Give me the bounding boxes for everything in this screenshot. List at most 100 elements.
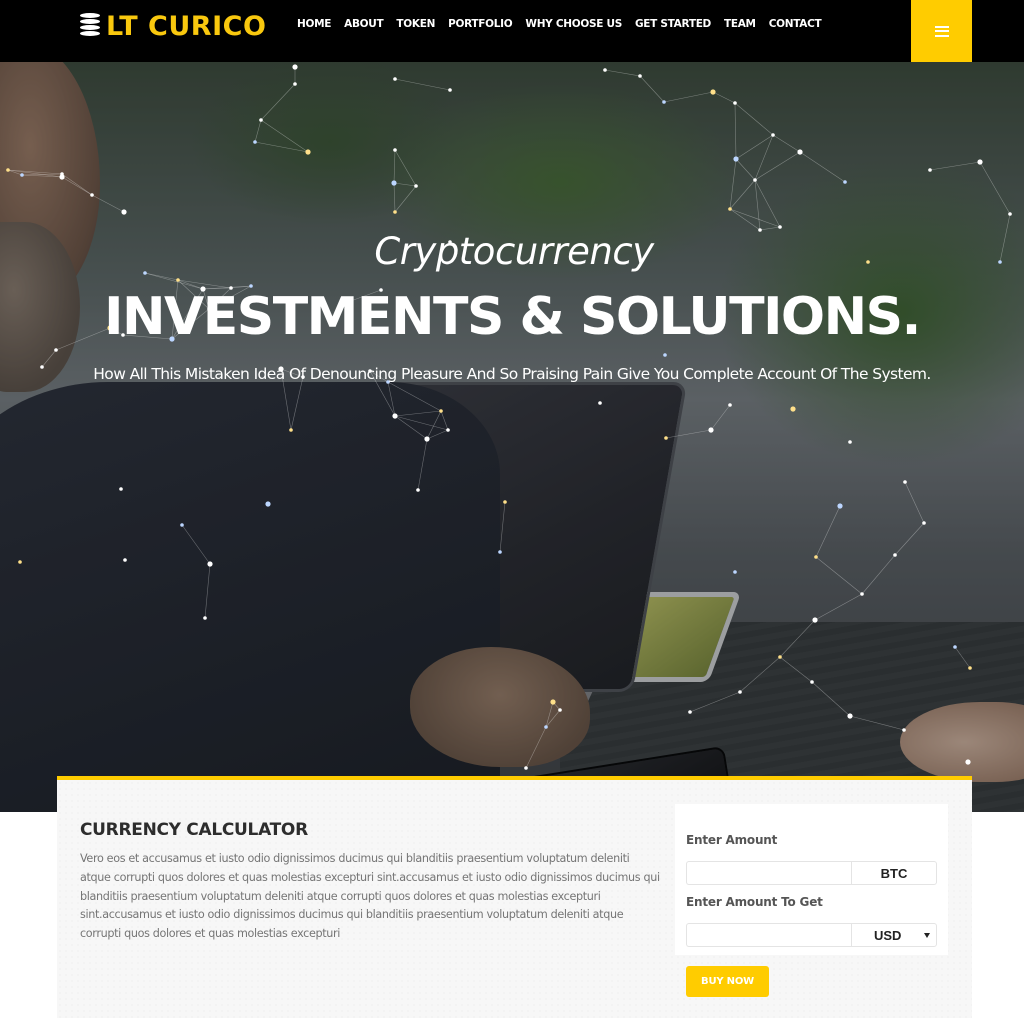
nav-item-why-choose-us[interactable]: WHY CHOOSE US <box>525 18 622 30</box>
network-node <box>662 100 666 104</box>
network-line <box>499 501 506 553</box>
network-node <box>688 710 692 714</box>
amount-input[interactable] <box>686 861 852 885</box>
amount-to-get-input[interactable] <box>686 923 852 947</box>
network-node <box>60 172 64 176</box>
network-line <box>929 161 981 171</box>
nav-item-contact[interactable]: CONTACT <box>769 18 822 30</box>
network-line <box>394 185 417 213</box>
network-node <box>558 708 562 712</box>
network-node <box>638 74 642 78</box>
hamburger-menu-icon <box>934 25 949 37</box>
network-node <box>439 409 443 413</box>
network-line <box>639 75 665 103</box>
currency-calculator-card: CURRENCY CALCULATOR Vero eos et accusamu… <box>57 776 972 1018</box>
network-node <box>176 278 180 282</box>
network-node <box>293 82 297 86</box>
network-node <box>498 550 502 554</box>
network-node <box>728 403 732 407</box>
network-line <box>665 429 712 439</box>
network-node <box>663 353 667 357</box>
network-node <box>814 555 818 559</box>
network-node <box>392 413 398 419</box>
site-header: LT CURICO HOME ABOUT TOKEN PORTFOLIO WHY… <box>0 0 1024 62</box>
brand-name: LT CURICO <box>106 10 267 42</box>
nav-item-team[interactable]: TEAM <box>724 18 756 30</box>
hero-subtitle: Cryptocurrency <box>374 230 654 273</box>
network-node <box>733 101 737 105</box>
network-line <box>729 208 781 228</box>
currency-select-value: USD <box>874 927 902 943</box>
network-node <box>544 725 548 729</box>
calculator-title: CURRENCY CALCULATOR <box>80 820 308 840</box>
brand-logo[interactable]: LT CURICO <box>78 10 266 42</box>
network-node <box>778 655 782 659</box>
network-line <box>954 646 971 669</box>
network-node <box>265 501 271 507</box>
network-line <box>815 556 863 595</box>
network-node <box>708 427 714 433</box>
network-line <box>61 176 93 196</box>
network-line <box>799 151 846 183</box>
network-node <box>259 118 263 122</box>
network-node <box>598 401 602 405</box>
nav-item-token[interactable]: TOKEN <box>396 18 435 30</box>
network-line <box>394 149 417 187</box>
network-node <box>550 699 556 705</box>
network-line <box>729 208 761 231</box>
network-node <box>18 560 22 564</box>
chevron-down-icon <box>924 933 930 938</box>
buy-now-button[interactable]: BUY NOW <box>686 966 769 997</box>
network-node <box>733 570 737 574</box>
network-line <box>394 78 451 91</box>
coin-stack-icon <box>78 12 102 40</box>
nav-item-get-started[interactable]: GET STARTED <box>635 18 711 30</box>
network-node <box>903 480 907 484</box>
network-node <box>812 617 818 623</box>
network-node <box>416 488 420 492</box>
network-node <box>710 89 716 95</box>
network-node <box>121 209 127 215</box>
network-line <box>387 381 396 417</box>
network-line <box>393 182 417 187</box>
network-line <box>861 554 896 595</box>
menu-toggle-button[interactable] <box>911 0 972 62</box>
network-line <box>204 563 211 619</box>
network-node <box>968 666 972 670</box>
network-node <box>753 178 757 182</box>
network-node <box>664 436 668 440</box>
network-line <box>904 481 925 524</box>
network-line <box>735 134 774 160</box>
network-line <box>754 134 774 181</box>
network-node <box>203 616 207 620</box>
network-node <box>977 159 983 165</box>
network-node <box>1008 212 1012 216</box>
network-line <box>734 102 737 160</box>
network-node <box>446 428 450 432</box>
network-node <box>810 680 814 684</box>
network-line <box>772 134 801 153</box>
network-node <box>728 207 732 211</box>
network-node <box>847 713 853 719</box>
network-node <box>848 440 852 444</box>
nav-item-portfolio[interactable]: PORTFOLIO <box>448 18 513 30</box>
network-line <box>393 149 396 184</box>
network-node <box>207 561 213 567</box>
network-line <box>393 182 396 213</box>
network-node <box>860 592 864 596</box>
network-node <box>292 64 298 70</box>
network-line <box>260 119 309 153</box>
network-line <box>815 505 841 558</box>
network-node <box>902 728 906 732</box>
network-node <box>6 168 10 172</box>
network-line <box>417 438 428 491</box>
currency-select[interactable]: USD <box>851 923 937 947</box>
network-line <box>91 194 125 213</box>
nav-item-about[interactable]: ABOUT <box>344 18 384 30</box>
network-node <box>414 184 418 188</box>
network-node <box>778 225 782 229</box>
network-node <box>393 148 397 152</box>
network-line <box>849 715 905 731</box>
network-line <box>260 83 296 121</box>
nav-item-home[interactable]: HOME <box>297 18 331 30</box>
